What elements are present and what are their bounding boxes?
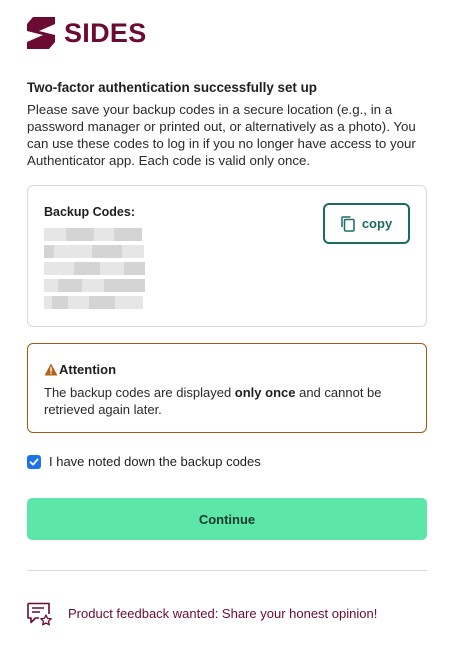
divider <box>27 570 427 571</box>
page-description: Please save your backup codes in a secur… <box>27 102 416 168</box>
copy-button[interactable]: copy <box>323 203 410 244</box>
copy-icon <box>341 215 355 232</box>
brand-logo[interactable]: SIDES <box>27 17 147 49</box>
brand-name: SIDES <box>64 18 147 48</box>
confirm-checkbox-row[interactable]: I have noted down the backup codes <box>27 454 261 470</box>
backup-code-redacted <box>44 228 142 241</box>
page-title: Two-factor authentication successfully s… <box>27 80 317 95</box>
confirm-checkbox-label[interactable]: I have noted down the backup codes <box>49 454 261 470</box>
sides-logo-icon <box>27 17 55 49</box>
backup-code-redacted <box>44 279 145 292</box>
backup-codes-label: Backup Codes: <box>44 205 135 219</box>
backup-code-redacted <box>44 245 144 258</box>
continue-button[interactable]: Continue <box>27 498 427 540</box>
attention-notice: Attention The backup codes are displayed… <box>27 343 427 433</box>
warning-icon <box>44 363 58 376</box>
feedback-link[interactable]: Product feedback wanted: Share your hone… <box>27 602 377 626</box>
backup-codes-panel: Backup Codes: copy <box>27 185 427 327</box>
feedback-link-text[interactable]: Product feedback wanted: Share your hone… <box>68 606 377 622</box>
attention-header: Attention <box>44 362 116 377</box>
attention-text: The backup codes are displayed only once… <box>44 385 382 417</box>
copy-button-label: copy <box>361 216 393 231</box>
continue-button-label: Continue <box>198 511 256 527</box>
confirm-checkbox[interactable] <box>27 455 41 469</box>
attention-emphasis: only once <box>234 385 296 400</box>
attention-title: Attention <box>59 362 117 377</box>
feedback-star-icon <box>27 602 52 626</box>
checkmark-icon <box>29 458 39 466</box>
backup-code-redacted <box>44 262 145 275</box>
backup-code-redacted <box>44 296 143 309</box>
